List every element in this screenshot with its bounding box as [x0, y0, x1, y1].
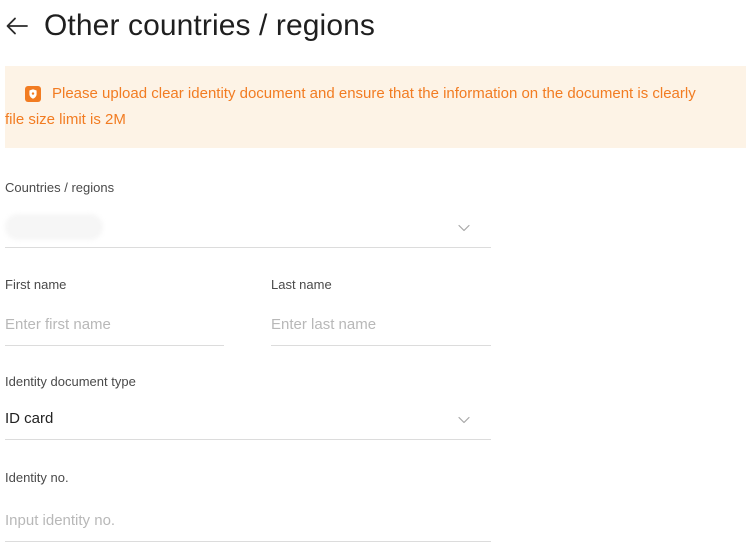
last-name-placeholder: Enter last name — [271, 316, 377, 333]
country-select[interactable] — [5, 208, 491, 248]
identity-no-label: Identity no. — [5, 470, 69, 485]
chevron-down-icon[interactable] — [457, 221, 471, 235]
first-name-label: First name — [5, 277, 67, 292]
document-type-value: ID card — [5, 410, 54, 427]
page-title: Other countries / regions — [44, 9, 375, 42]
country-label: Countries / regions — [5, 180, 115, 195]
last-name-field[interactable]: Enter last name — [271, 306, 491, 346]
notice-first-line: Please upload clear identity document an… — [25, 85, 696, 102]
notice-text-line1: Please upload clear identity document an… — [52, 85, 696, 102]
document-type-label: Identity document type — [5, 374, 136, 389]
country-selected-value — [5, 214, 103, 240]
first-name-field[interactable]: Enter first name — [5, 306, 224, 346]
document-type-select[interactable]: ID card — [5, 400, 491, 440]
identity-no-placeholder: Input identity no. — [5, 512, 116, 529]
first-name-placeholder: Enter first name — [5, 316, 111, 333]
last-name-label: Last name — [271, 277, 332, 292]
chevron-down-icon[interactable] — [457, 413, 471, 427]
shield-lock-icon — [25, 85, 41, 102]
notice-text-line2: file size limit is 2M — [5, 111, 126, 128]
upload-notice-banner: Please upload clear identity document an… — [5, 66, 746, 148]
identity-no-field[interactable]: Input identity no. — [5, 502, 491, 542]
back-arrow-icon[interactable] — [4, 13, 30, 39]
page-header: Other countries / regions — [4, 6, 375, 46]
